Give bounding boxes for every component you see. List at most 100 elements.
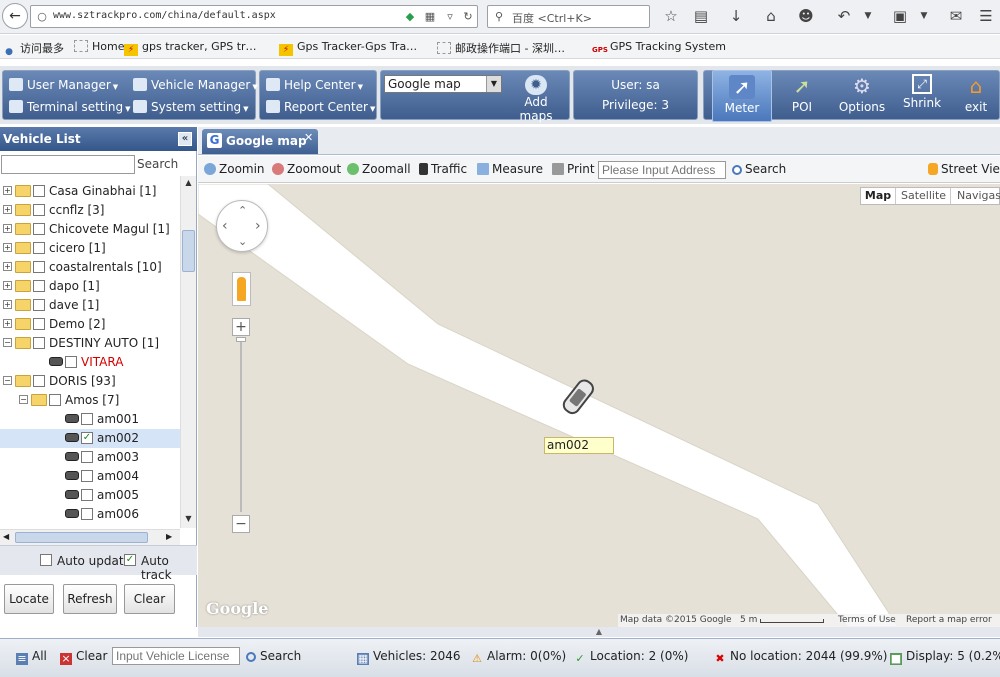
select-all-button[interactable]: ≡ All (16, 649, 47, 665)
tree-checkbox[interactable] (33, 242, 45, 254)
help-center-menu[interactable]: Help Center ▼ (266, 78, 363, 92)
bookmark-gps-tracker[interactable]: ⚡ gps tracker, GPS tr… (124, 40, 257, 56)
splitter-handle[interactable]: ▲ (198, 627, 1000, 637)
terms-link[interactable]: Terms of Use (838, 615, 896, 625)
tree-checkbox[interactable] (81, 451, 93, 463)
pegman-control[interactable] (232, 272, 251, 306)
tree-checkbox[interactable] (33, 185, 45, 197)
exit-button[interactable]: ⌂ exit (952, 70, 1000, 122)
tree-group-row[interactable]: − Amos [7] (0, 391, 180, 410)
add-maps-button[interactable]: ✹ Add maps (508, 73, 564, 123)
reading-list-icon[interactable]: ▤ (691, 6, 711, 26)
bookmark-post-port[interactable]: 邮政操作端口 - 深圳… (437, 40, 565, 56)
tree-checkbox[interactable] (81, 489, 93, 501)
scroll-right-icon[interactable]: ▶ (166, 532, 172, 541)
tree-checkbox[interactable] (49, 394, 61, 406)
undo-icon[interactable]: ↶ (834, 6, 854, 26)
expand-toggle-icon[interactable]: + (3, 281, 12, 290)
map-canvas[interactable]: ⌃ ⌄ ‹ › + − Map Satellite Navigasi am002… (198, 184, 1000, 627)
map-type-map[interactable]: Map (861, 188, 896, 204)
browser-search[interactable]: ⚲ 百度 <Ctrl+K> (487, 5, 650, 28)
expand-toggle-icon[interactable]: + (3, 262, 12, 271)
expand-toggle-icon[interactable]: + (3, 243, 12, 252)
tree-vertical-scrollbar[interactable]: ▲ ▼ (180, 176, 196, 528)
report-center-menu[interactable]: Report Center ▼ (266, 100, 375, 114)
home-icon[interactable]: ⌂ (761, 6, 781, 26)
vehicle-manager-menu[interactable]: Vehicle Manager ▼ (133, 78, 258, 92)
chevron-down-icon[interactable]: ▼ (858, 6, 878, 26)
tree-checkbox[interactable] (33, 223, 45, 235)
bookmark-most-visited[interactable]: ● 访问最多 (2, 40, 64, 58)
tree-checkbox[interactable] (81, 508, 93, 520)
scroll-thumb[interactable] (182, 230, 195, 272)
report-error-link[interactable]: Report a map error (906, 615, 992, 625)
vehicle-search-button[interactable]: Search (137, 155, 182, 174)
tree-group-row[interactable]: − DORIS [93] (0, 372, 180, 391)
tree-group-row[interactable]: − DESTINY AUTO [1] (0, 334, 180, 353)
map-type-satellite[interactable]: Satellite (897, 188, 951, 204)
tree-checkbox[interactable] (33, 318, 45, 330)
shield-icon[interactable]: ◆ (403, 10, 417, 24)
options-button[interactable]: ⚙ Options (832, 70, 892, 122)
scroll-down-icon[interactable]: ▼ (183, 514, 194, 525)
pan-control[interactable]: ⌃ ⌄ ‹ › (216, 200, 268, 252)
license-input[interactable] (112, 647, 240, 665)
crop-icon[interactable]: ▣ (890, 6, 910, 26)
zoomin-tool[interactable]: Zoomin (204, 162, 265, 176)
tree-checkbox[interactable] (81, 413, 93, 425)
close-icon[interactable]: ✕ (304, 131, 313, 144)
zoom-out-button[interactable]: − (232, 515, 250, 533)
terminal-setting-menu[interactable]: Terminal setting ▼ (9, 100, 131, 114)
map-select[interactable]: Google map ▼ (384, 75, 502, 93)
tree-group-row[interactable]: + Chicovete Magul [1] (0, 220, 180, 239)
chevron-right-icon[interactable]: › (255, 218, 261, 234)
vehicle-search-input[interactable] (1, 155, 135, 174)
tree-checkbox[interactable] (33, 204, 45, 216)
tree-group-row[interactable]: + dave [1] (0, 296, 180, 315)
bookmark-gps-system[interactable]: GPS GPS Tracking System (592, 40, 726, 56)
tab-google-map[interactable]: G Google map ✕ (202, 129, 318, 154)
expand-toggle-icon[interactable]: − (3, 376, 12, 385)
chevron-up-icon[interactable]: ⌃ (238, 204, 247, 217)
expand-toggle-icon[interactable]: + (3, 300, 12, 309)
shrink-button[interactable]: ⤢ Shrink (892, 70, 952, 122)
expand-toggle-icon[interactable]: + (3, 319, 12, 328)
locate-button[interactable]: Locate (4, 584, 54, 614)
tree-group-row[interactable]: + coastalrentals [10] (0, 258, 180, 277)
message-icon[interactable]: ✉ (946, 6, 966, 26)
bookmark-gps-tracker-2[interactable]: ⚡ Gps Tracker-Gps Tra… (279, 40, 417, 56)
street-view-button[interactable]: Street View (928, 162, 1000, 176)
collapse-icon[interactable]: « (178, 132, 192, 146)
tree-checkbox[interactable] (81, 470, 93, 482)
tree-checkbox[interactable] (33, 280, 45, 292)
tree-group-row[interactable]: + cicero [1] (0, 239, 180, 258)
zoom-slider-track[interactable] (240, 342, 242, 512)
system-setting-menu[interactable]: System setting ▼ (133, 100, 249, 114)
expand-toggle-icon[interactable]: − (19, 395, 28, 404)
expand-toggle-icon[interactable]: + (3, 205, 12, 214)
back-button[interactable]: ← (2, 3, 28, 29)
auto-update-checkbox[interactable] (40, 554, 52, 566)
tree-vehicle-row[interactable]: am005 (0, 486, 180, 505)
star-icon[interactable]: ☆ (661, 6, 681, 26)
tree-checkbox[interactable] (33, 261, 45, 273)
dropdown-icon[interactable]: ▿ (443, 10, 457, 24)
tree-vehicle-row[interactable]: ✓ am002 (0, 429, 180, 448)
measure-tool[interactable]: Measure (477, 162, 543, 176)
refresh-button[interactable]: Refresh (63, 584, 117, 614)
scroll-thumb[interactable] (15, 532, 148, 543)
tree-vehicle-row[interactable]: am004 (0, 467, 180, 486)
zoom-in-button[interactable]: + (232, 318, 250, 336)
tree-checkbox[interactable] (33, 375, 45, 387)
menu-icon[interactable]: ☰ (976, 6, 996, 26)
tree-vehicle-row[interactable]: am001 (0, 410, 180, 429)
scroll-up-icon[interactable]: ▲ (183, 178, 194, 189)
tree-group-row[interactable]: + Casa Ginabhai [1] (0, 182, 180, 201)
address-bar[interactable]: ○ www.sztrackpro.com/china/default.aspx … (30, 5, 478, 28)
scroll-left-icon[interactable]: ◀ (3, 532, 9, 541)
tree-vehicle-row[interactable]: am003 (0, 448, 180, 467)
status-search-button[interactable]: Search (246, 649, 301, 663)
traffic-tool[interactable]: Traffic (419, 162, 467, 176)
reload-icon[interactable]: ↻ (461, 10, 475, 24)
status-clear-button[interactable]: × Clear (60, 649, 107, 665)
